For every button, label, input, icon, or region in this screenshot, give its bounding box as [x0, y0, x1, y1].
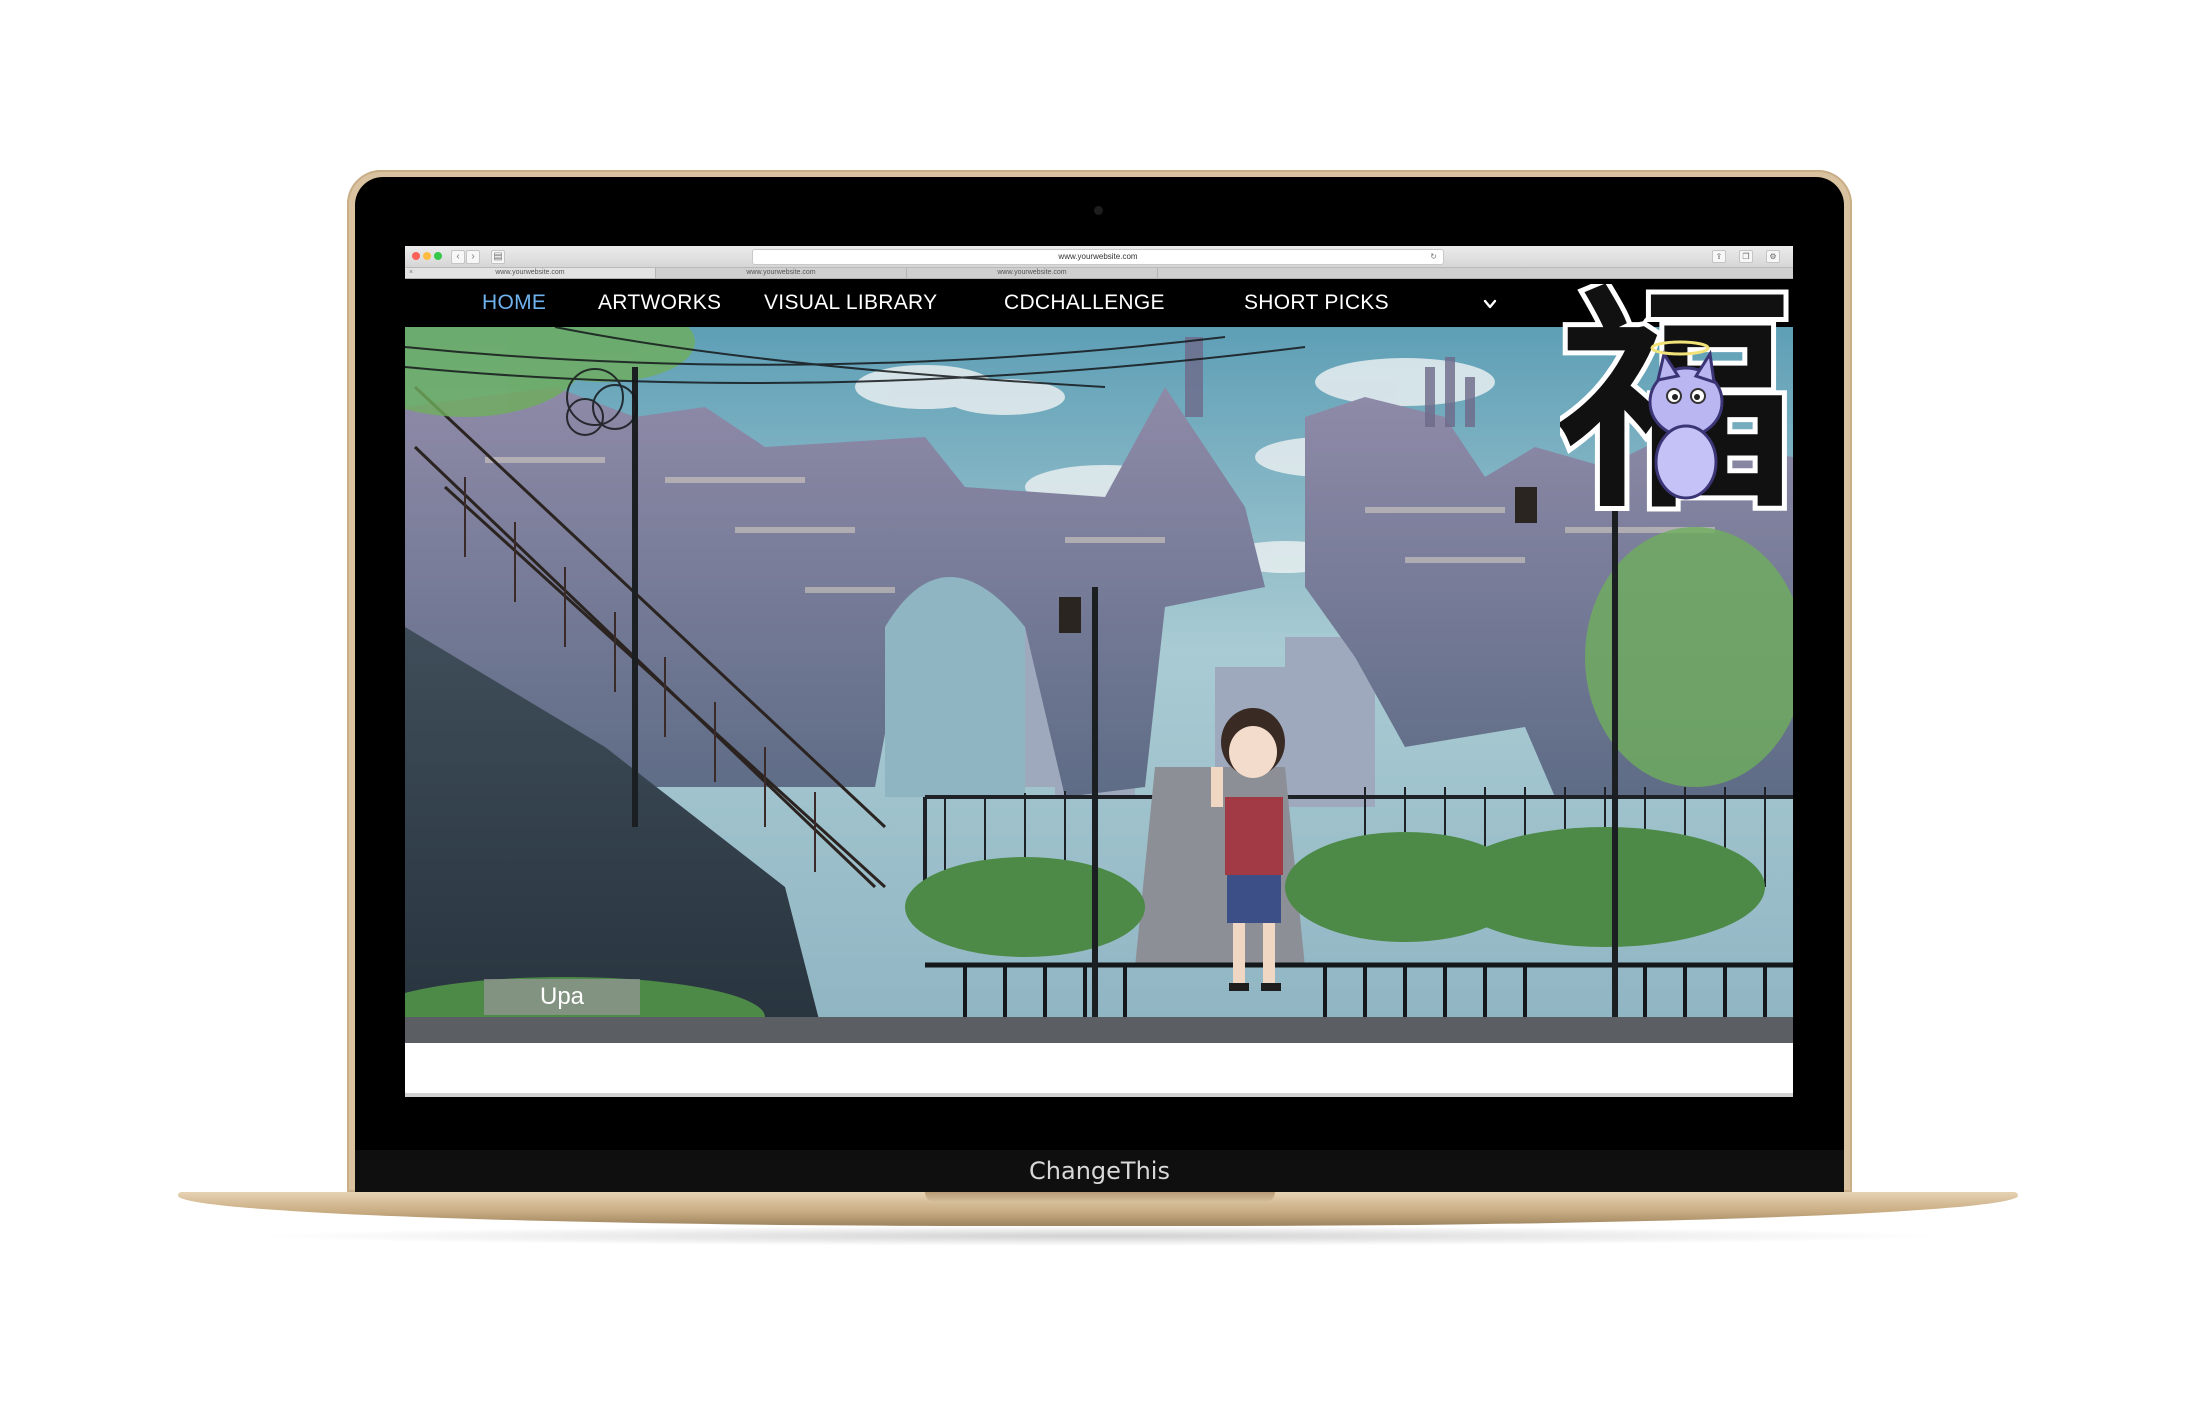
share-icon[interactable]: ⇪: [1712, 250, 1726, 263]
hero-caption: Upa: [484, 979, 640, 1015]
page-bottom-strip: [405, 1043, 1793, 1097]
browser-tab[interactable]: www.yourwebsite.com: [907, 268, 1158, 278]
tab-title: www.yourwebsite.com: [997, 269, 1067, 276]
tab-title: www.yourwebsite.com: [495, 269, 565, 276]
browser-tab[interactable]: × www.yourwebsite.com: [405, 268, 656, 278]
lid-notch: [925, 1192, 1275, 1202]
address-bar[interactable]: www.yourwebsite.com ↻: [752, 249, 1444, 265]
settings-gear-icon[interactable]: ⚙: [1766, 250, 1780, 263]
sidebar-icon[interactable]: ▤: [491, 250, 505, 264]
device-brand-label: ChangeThis: [1029, 1157, 1170, 1185]
screen: ‹ › ▤ www.yourwebsite.com ↻ ⇪ ❐ ⚙ × www.…: [405, 246, 1793, 1112]
browser-toolbar: ‹ › ▤ www.yourwebsite.com ↻ ⇪ ❐ ⚙: [405, 246, 1793, 268]
reload-icon[interactable]: ↻: [1430, 250, 1437, 264]
minimize-window-button[interactable]: [423, 252, 431, 260]
browser-tab[interactable]: www.yourwebsite.com: [656, 268, 907, 278]
address-url: www.yourwebsite.com: [1058, 252, 1138, 261]
nav-item-cdchallenge[interactable]: CDCHALLENGE: [1004, 279, 1165, 327]
nav-item-home[interactable]: HOME: [482, 279, 546, 327]
tabs-overview-icon[interactable]: ❐: [1739, 250, 1753, 263]
webcam-icon: [1094, 206, 1103, 215]
tab-close-icon[interactable]: ×: [409, 268, 413, 278]
tab-title: www.yourwebsite.com: [746, 269, 816, 276]
forward-arrow-icon[interactable]: ›: [466, 250, 480, 264]
nav-item-visual-library[interactable]: VISUAL LIBRARY: [764, 279, 937, 327]
nav-item-short-picks[interactable]: SHORT PICKS: [1244, 279, 1389, 327]
back-arrow-icon[interactable]: ‹: [451, 250, 465, 264]
nav-item-artworks[interactable]: ARTWORKS: [598, 279, 721, 327]
zoom-window-button[interactable]: [434, 252, 442, 260]
browser-tab-bar: × www.yourwebsite.com www.yourwebsite.co…: [405, 268, 1793, 279]
chevron-down-icon[interactable]: [1483, 297, 1497, 311]
close-window-button[interactable]: [412, 252, 420, 260]
base-shadow: [250, 1226, 1950, 1246]
cartoon-cat-logo[interactable]: 福: [1560, 284, 1793, 544]
